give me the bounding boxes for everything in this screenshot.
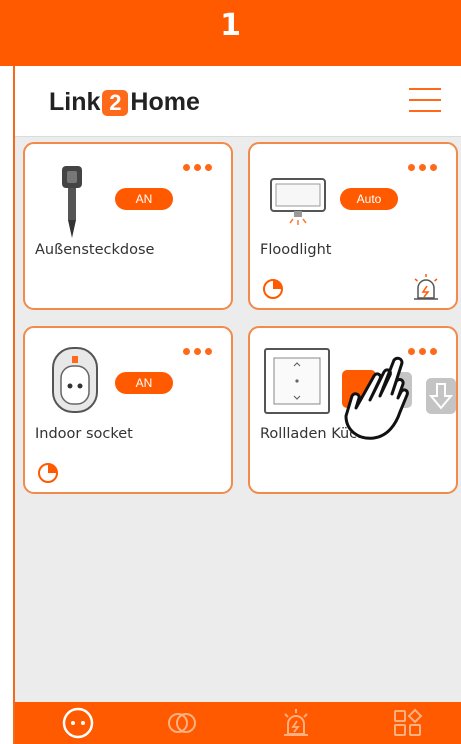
arrow-down-icon [428,383,454,410]
floodlight-icon [270,178,326,225]
app-header: Link 2 Home [15,66,461,137]
shutter-switch-icon [264,348,330,414]
alarm-icon[interactable] [279,706,313,740]
outdoor-socket-icon [62,166,82,238]
timer-icon[interactable] [37,462,59,484]
brand-text-right: Home [130,88,200,116]
device-label: Floodlight [260,242,332,258]
device-card-outdoor-socket[interactable]: AN Außensteckdose [23,142,233,310]
device-card-floodlight[interactable]: Auto Floodlight [248,142,458,310]
tap-hand-icon [344,356,409,440]
alarm-icon[interactable] [410,272,442,302]
more-options-icon[interactable] [408,156,442,171]
timer-icon[interactable] [262,278,284,300]
screen: 1 Link 2 Home AN Außensteckdose Auto Flo… [0,0,461,744]
device-label: Außensteckdose [35,242,155,258]
device-label: Indoor socket [35,426,133,442]
device-card-indoor-socket[interactable]: AN Indoor socket [23,326,233,494]
more-options-icon[interactable] [408,340,442,355]
more-options-icon[interactable] [183,340,217,355]
step-number: 1 [220,8,241,43]
status-badge[interactable]: AN [115,188,173,210]
scenes-icon[interactable] [165,706,199,740]
app-screen: Link 2 Home AN Außensteckdose Auto Flood… [13,66,461,744]
more-options-icon[interactable] [183,156,217,171]
brand-logo: Link 2 Home [49,88,200,117]
indoor-socket-icon [52,347,98,413]
status-badge[interactable]: Auto [340,188,398,210]
status-badge[interactable]: AN [115,372,173,394]
brand-badge: 2 [102,89,129,116]
more-icon[interactable] [391,706,425,740]
hamburger-icon[interactable] [409,88,441,114]
tutorial-banner: 1 [0,0,461,66]
devices-icon[interactable] [61,706,95,740]
brand-text-left: Link [49,88,101,116]
shutter-down-button[interactable] [426,378,456,414]
bottom-nav [15,702,461,744]
device-card-shutter[interactable]: Rollladen Küche [248,326,458,494]
